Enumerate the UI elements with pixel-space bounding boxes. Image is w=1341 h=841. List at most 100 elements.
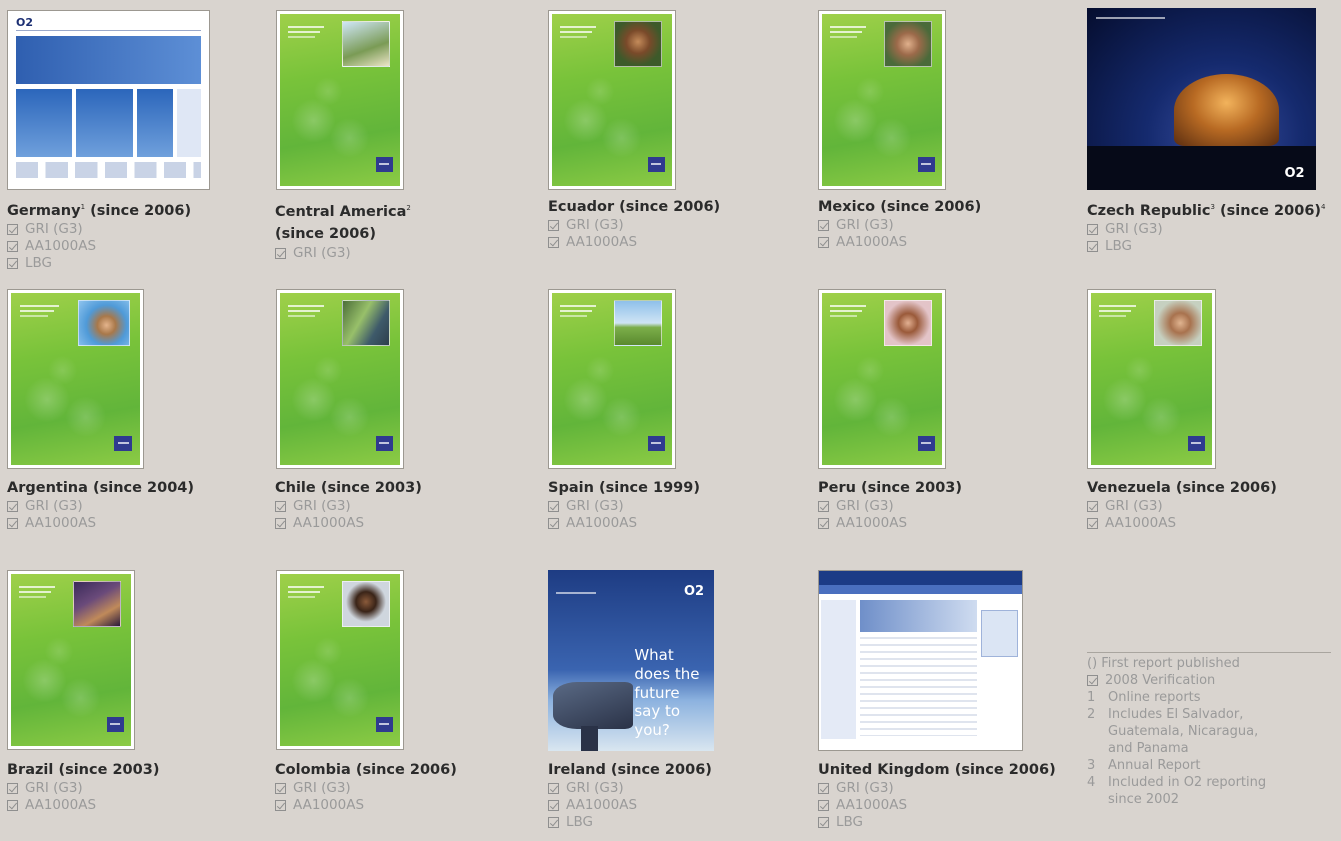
report-cover-chile[interactable] bbox=[276, 289, 404, 469]
report-info-colombia: Colombia (since 2006) GRI (G3) AA1000AS bbox=[275, 760, 457, 814]
report-info-argentina: Argentina (since 2004) GRI (G3) AA1000AS bbox=[7, 478, 194, 532]
report-card-united-kingdom bbox=[818, 570, 1023, 751]
report-info-peru: Peru (since 2003) GRI (G3) AA1000AS bbox=[818, 478, 962, 532]
report-cover-germany[interactable]: O2 bbox=[7, 10, 210, 190]
report-cover-brazil[interactable] bbox=[7, 570, 135, 750]
checkbox-icon bbox=[818, 518, 829, 529]
green-cover-art bbox=[280, 293, 400, 465]
uk-website-screenshot bbox=[819, 571, 1022, 750]
check-item: AA1000AS bbox=[275, 515, 422, 532]
green-cover-art bbox=[822, 14, 942, 186]
report-cover-ireland[interactable]: O2 What does the future say to you? bbox=[548, 570, 714, 751]
report-title: Ecuador (since 2006) bbox=[548, 199, 721, 215]
checkbox-icon bbox=[1087, 501, 1098, 512]
check-item: AA1000AS bbox=[818, 797, 1056, 814]
report-cover-peru[interactable] bbox=[818, 289, 946, 469]
checkbox-icon bbox=[7, 223, 18, 235]
checkbox-icon bbox=[548, 518, 559, 529]
report-title: Argentina (since 2004) bbox=[7, 480, 194, 496]
checkbox-icon bbox=[548, 237, 559, 248]
check-item: GRI (G3) bbox=[548, 498, 700, 515]
report-cover-argentina[interactable] bbox=[7, 289, 144, 469]
report-cover-spain[interactable] bbox=[548, 289, 676, 469]
check-item: GRI (G3) bbox=[818, 217, 981, 234]
telescope-image bbox=[552, 682, 633, 730]
report-info-czech-republic: Czech Republic3 (since 2006)4 GRI (G3) L… bbox=[1087, 197, 1326, 255]
report-card-central-america bbox=[276, 10, 404, 190]
checkbox-icon bbox=[275, 247, 286, 259]
checkbox-icon bbox=[275, 501, 286, 512]
legend: () First report published 2008 Verificat… bbox=[1087, 652, 1331, 808]
report-card-czech-republic: O2 bbox=[1087, 8, 1316, 190]
checkbox-icon bbox=[818, 220, 829, 231]
check-item: AA1000AS bbox=[7, 797, 159, 814]
report-info-venezuela: Venezuela (since 2006) GRI (G3) AA1000AS bbox=[1087, 478, 1277, 532]
germany-cover-art: O2 bbox=[8, 11, 209, 189]
check-item: GRI (G3) bbox=[275, 780, 457, 797]
report-card-mexico bbox=[818, 10, 946, 190]
report-title: United Kingdom (since 2006) bbox=[818, 762, 1056, 778]
report-title: Venezuela (since 2006) bbox=[1087, 480, 1277, 496]
report-card-chile bbox=[276, 289, 404, 469]
report-title: Ireland (since 2006) bbox=[548, 762, 712, 778]
report-title: Central America2 (since 2006) bbox=[275, 203, 411, 242]
report-cover-venezuela[interactable] bbox=[1087, 289, 1216, 469]
czech-cover-art: O2 bbox=[1087, 8, 1316, 190]
checkbox-icon bbox=[7, 783, 18, 794]
check-item: AA1000AS bbox=[548, 797, 712, 814]
report-title: Czech Republic3 (since 2006)4 bbox=[1087, 202, 1326, 219]
report-card-colombia bbox=[276, 570, 404, 750]
check-item: AA1000AS bbox=[275, 797, 457, 814]
report-cover-colombia[interactable] bbox=[276, 570, 404, 750]
report-card-argentina bbox=[7, 289, 144, 469]
check-item: LBG bbox=[1087, 238, 1326, 255]
checkbox-icon bbox=[548, 800, 559, 811]
check-item: GRI (G3) bbox=[818, 498, 962, 515]
check-item: GRI (G3) bbox=[7, 221, 191, 238]
report-cover-mexico[interactable] bbox=[818, 10, 946, 190]
o2-logo: O2 bbox=[16, 16, 34, 30]
checkbox-icon bbox=[1087, 675, 1098, 686]
ireland-cover-art: O2 What does the future say to you? bbox=[548, 570, 714, 751]
green-cover-art bbox=[11, 574, 131, 746]
report-card-venezuela bbox=[1087, 289, 1216, 469]
report-info-united-kingdom: United Kingdom (since 2006) GRI (G3) AA1… bbox=[818, 760, 1056, 831]
checkbox-icon bbox=[275, 800, 286, 811]
report-card-ireland: O2 What does the future say to you? bbox=[548, 570, 714, 751]
report-card-germany: O2 bbox=[7, 10, 210, 190]
checkbox-icon bbox=[1087, 240, 1098, 252]
report-title: Brazil (since 2003) bbox=[7, 762, 160, 778]
check-item: GRI (G3) bbox=[7, 498, 194, 515]
check-item: GRI (G3) bbox=[548, 217, 720, 234]
check-item: AA1000AS bbox=[7, 515, 194, 532]
green-cover-art bbox=[552, 293, 672, 465]
check-item: AA1000AS bbox=[548, 234, 720, 251]
checkbox-icon bbox=[1087, 223, 1098, 235]
legend-note: 1 Online reports bbox=[1087, 690, 1201, 705]
green-cover-art bbox=[280, 14, 400, 186]
check-item: AA1000AS bbox=[548, 515, 700, 532]
check-item: GRI (G3) bbox=[7, 780, 159, 797]
checkbox-icon bbox=[7, 240, 18, 252]
o2-logo: O2 bbox=[1284, 165, 1305, 181]
green-cover-art bbox=[11, 293, 140, 465]
report-title: Chile (since 2003) bbox=[275, 480, 422, 496]
checkbox-icon bbox=[275, 783, 286, 794]
check-item: LBG bbox=[7, 255, 191, 272]
report-title: Peru (since 2003) bbox=[818, 480, 963, 496]
check-item: GRI (G3) bbox=[275, 245, 415, 262]
checkbox-icon bbox=[275, 518, 286, 529]
report-cover-central-america[interactable] bbox=[276, 10, 404, 190]
report-info-mexico: Mexico (since 2006) GRI (G3) AA1000AS bbox=[818, 197, 981, 251]
checkbox-icon bbox=[818, 783, 829, 794]
check-item: GRI (G3) bbox=[1087, 221, 1326, 238]
checkbox-icon bbox=[548, 783, 559, 794]
checkbox-icon bbox=[7, 501, 18, 512]
check-item: LBG bbox=[818, 814, 1056, 831]
report-cover-czech-republic[interactable]: O2 bbox=[1087, 8, 1316, 190]
check-item: AA1000AS bbox=[818, 515, 962, 532]
report-cover-ecuador[interactable] bbox=[548, 10, 676, 190]
checkbox-icon bbox=[548, 501, 559, 512]
report-title: Colombia (since 2006) bbox=[275, 762, 457, 778]
report-cover-united-kingdom[interactable] bbox=[818, 570, 1023, 751]
